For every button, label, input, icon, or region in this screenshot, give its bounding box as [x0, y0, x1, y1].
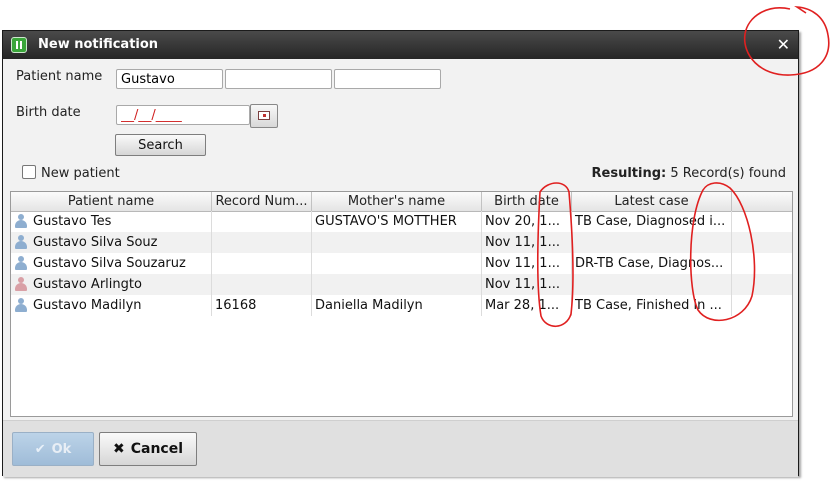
cell-record-number: 16168: [212, 295, 312, 316]
result-text: 5 Record(s) found: [670, 166, 786, 181]
dialog-title: New notification: [38, 37, 159, 52]
cell-birth-date: Nov 11, 1...: [482, 274, 572, 295]
ok-button[interactable]: ✔ Ok: [12, 432, 94, 466]
new-notification-dialog: New notification ✕ Patient name Birth da…: [2, 30, 799, 477]
check-icon: ✔: [34, 441, 46, 457]
cell-patient-name-text: Gustavo Arlingto: [33, 277, 142, 292]
cell-patient-name-text: Gustavo Silva Souzaruz: [33, 256, 186, 271]
cell-latest-case: [572, 274, 732, 295]
result-count: Resulting: 5 Record(s) found: [592, 166, 787, 181]
table-row[interactable]: Gustavo Silva Souz Nov 11, 1...: [11, 232, 792, 253]
calendar-icon: [258, 111, 270, 120]
cell-birth-date-text: Mar 28, 1...: [485, 298, 560, 313]
ok-label: Ok: [51, 441, 72, 457]
patient-name-label: Patient name: [16, 69, 103, 84]
cell-patient-name: Gustavo Tes: [11, 211, 212, 232]
cell-birth-date: Nov 11, 1...: [482, 253, 572, 274]
cell-latest-case-text: DR-TB Case, Diagnos...: [575, 256, 724, 271]
cell-birth-date-text: Nov 20, 1...: [485, 214, 560, 229]
male-patient-icon: [14, 298, 28, 313]
cell-patient-name-text: Gustavo Madilyn: [33, 298, 142, 313]
column-latest-case[interactable]: Latest case: [572, 192, 732, 211]
cell-patient-name: Gustavo Silva Souzaruz: [11, 253, 212, 274]
cell-patient-name-text: Gustavo Silva Souz: [33, 235, 158, 250]
title-bar[interactable]: New notification ✕: [3, 31, 798, 59]
table-row[interactable]: Gustavo Tes GUSTAVO'S MOTTHER Nov 20, 1...…: [11, 211, 792, 232]
new-patient-label: New patient: [41, 166, 120, 181]
new-patient-checkbox[interactable]: [22, 165, 36, 179]
cell-patient-name: Gustavo Silva Souz: [11, 232, 212, 253]
column-patient-name[interactable]: Patient name: [11, 192, 212, 211]
cell-birth-date-text: Nov 11, 1...: [485, 256, 560, 271]
cell-latest-case: TB Case, Finished in ...: [572, 295, 732, 316]
result-prefix: Resulting:: [591, 166, 667, 181]
male-patient-icon: [14, 256, 28, 271]
calendar-button[interactable]: [250, 104, 278, 128]
cell-latest-case: TB Case, Diagnosed i...: [572, 211, 732, 232]
cell-latest-case-text: TB Case, Finished in ...: [575, 298, 722, 313]
male-patient-icon: [14, 214, 28, 229]
cell-patient-name-text: Gustavo Tes: [33, 214, 112, 229]
cell-latest-case: DR-TB Case, Diagnos...: [572, 253, 732, 274]
column-birth-date[interactable]: Birth date: [482, 192, 572, 211]
cell-record-number: [212, 232, 312, 253]
app-logo-icon: [11, 37, 27, 53]
column-record-number[interactable]: Record Num...: [212, 192, 312, 211]
cell-record-number: [212, 211, 312, 232]
cell-mothers-name: [312, 232, 482, 253]
cell-record-number: [212, 253, 312, 274]
cancel-button[interactable]: ✖ Cancel: [99, 432, 197, 466]
first-name-input[interactable]: [116, 69, 223, 89]
birth-date-input[interactable]: [116, 105, 250, 125]
female-patient-icon: [14, 277, 28, 292]
table-row[interactable]: Gustavo Silva Souzaruz Nov 11, 1... DR-TB …: [11, 253, 792, 274]
cell-birth-date-text: Nov 11, 1...: [485, 277, 560, 292]
birth-date-label: Birth date: [16, 105, 81, 120]
column-mothers-name[interactable]: Mother's name: [312, 192, 482, 211]
cell-latest-case-text: TB Case, Diagnosed i...: [575, 214, 726, 229]
cell-birth-date-text: Nov 11, 1...: [485, 235, 560, 250]
last-name-input[interactable]: [334, 69, 441, 89]
cell-mothers-name: [312, 253, 482, 274]
cell-birth-date: Nov 20, 1...: [482, 211, 572, 232]
middle-name-input[interactable]: [225, 69, 332, 89]
close-icon[interactable]: ✕: [777, 35, 790, 54]
cell-patient-name: Gustavo Madilyn: [11, 295, 212, 316]
cell-record-number-text: 16168: [215, 298, 257, 313]
cell-birth-date: Mar 28, 1...: [482, 295, 572, 316]
dialog-footer: ✔ Ok ✖ Cancel: [3, 420, 798, 477]
patients-table[interactable]: Patient name Record Num... Mother's name…: [10, 191, 793, 417]
cell-birth-date: Nov 11, 1...: [482, 232, 572, 253]
cell-mothers-name: GUSTAVO'S MOTTHER: [312, 211, 482, 232]
cancel-x-icon: ✖: [112, 441, 125, 457]
cell-mothers-name-text: Daniella Madilyn: [315, 298, 423, 313]
cell-mothers-name: Daniella Madilyn: [312, 295, 482, 316]
cell-latest-case: [572, 232, 732, 253]
cell-mothers-name: [312, 274, 482, 295]
table-row[interactable]: Gustavo Madilyn 16168 Daniella Madilyn Mar …: [11, 295, 792, 316]
cell-patient-name: Gustavo Arlingto: [11, 274, 212, 295]
cell-record-number: [212, 274, 312, 295]
cancel-label: Cancel: [130, 441, 183, 457]
table-header: Patient name Record Num... Mother's name…: [11, 192, 792, 212]
male-patient-icon: [14, 235, 28, 250]
table-row[interactable]: Gustavo Arlingto Nov 11, 1...: [11, 274, 792, 295]
cell-mothers-name-text: GUSTAVO'S MOTTHER: [315, 214, 457, 229]
search-button[interactable]: Search: [115, 134, 206, 156]
